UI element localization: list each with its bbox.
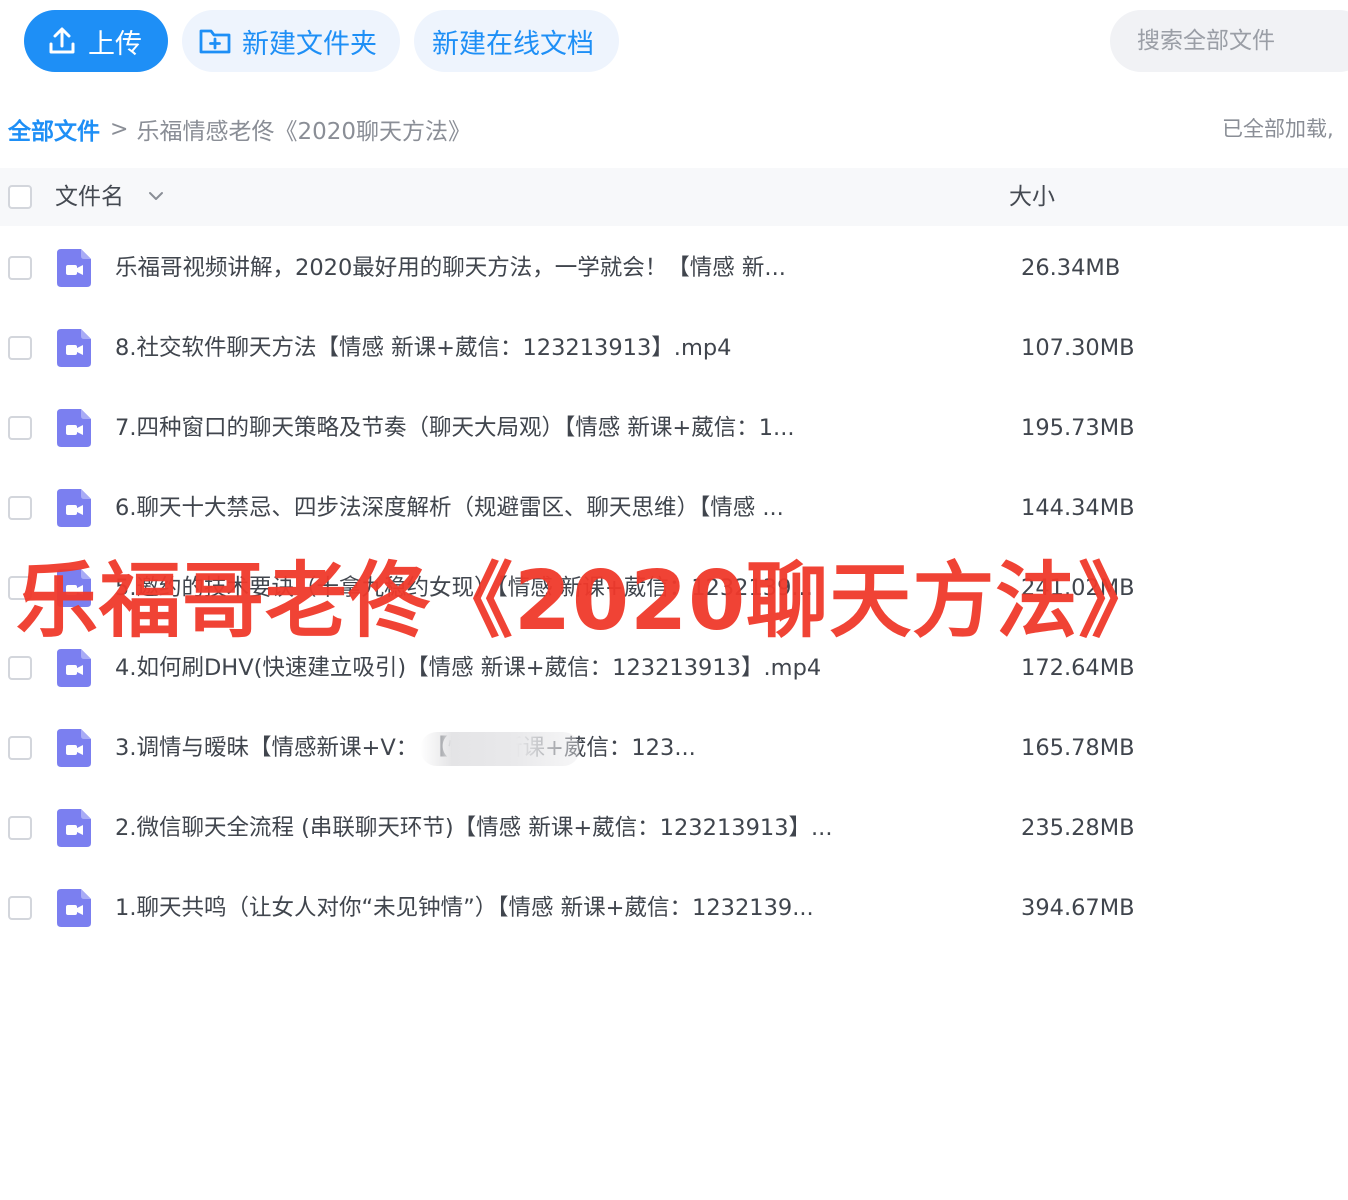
new-folder-button[interactable]: 新建文件夹	[182, 10, 400, 72]
video-file-icon	[57, 409, 91, 447]
file-size: 26.34MB	[1021, 255, 1121, 281]
file-size: 394.67MB	[1021, 895, 1135, 921]
video-file-icon	[57, 889, 91, 927]
column-header-size[interactable]: 大小	[1009, 168, 1055, 226]
upload-icon	[49, 27, 75, 54]
file-name[interactable]: 3.调情与暧昧【情感新课+V： 【情感 新课+葳信：123...	[115, 708, 696, 788]
breadcrumb-root-link[interactable]: 全部文件	[8, 112, 100, 146]
table-header: 文件名 大小	[0, 168, 1348, 226]
video-file-icon	[57, 809, 91, 847]
upload-button[interactable]: 上传	[24, 10, 168, 72]
video-file-icon	[57, 649, 91, 687]
table-row[interactable]: 6.聊天十大禁忌、四步法深度解析（规避雷区、聊天思维）【情感 ... 144.34…	[0, 468, 1348, 548]
file-name[interactable]: 乐福哥视频讲解，2020最好用的聊天方法，一学就会！【情感 新...	[115, 228, 786, 308]
row-checkbox[interactable]	[8, 496, 32, 520]
file-size: 165.78MB	[1021, 735, 1135, 761]
breadcrumb-separator: >	[110, 116, 129, 142]
file-name[interactable]: 1.聊天共鸣（让女人对你“未见钟情”）【情感 新课+葳信：1232139...	[115, 868, 814, 948]
file-size: 107.30MB	[1021, 335, 1135, 361]
new-folder-label: 新建文件夹	[242, 28, 377, 60]
file-name[interactable]: 2.微信聊天全流程 (串联聊天环节)【情感 新课+葳信：123213913】..…	[115, 788, 832, 868]
row-checkbox[interactable]	[8, 736, 32, 760]
load-status-text: 已全部加载,	[1222, 117, 1334, 141]
upload-label: 上传	[88, 28, 142, 60]
row-checkbox[interactable]	[8, 256, 32, 280]
table-row[interactable]: 2.微信聊天全流程 (串联聊天环节)【情感 新课+葳信：123213913】..…	[0, 788, 1348, 868]
table-row[interactable]: 乐福哥视频讲解，2020最好用的聊天方法，一学就会！【情感 新... 26.34M…	[0, 228, 1348, 308]
row-checkbox[interactable]	[8, 416, 32, 440]
file-name[interactable]: 7.四种窗口的聊天策略及节奏（聊天大局观）【情感 新课+葳信：1...	[115, 388, 795, 468]
file-size: 195.73MB	[1021, 415, 1135, 441]
file-name[interactable]: 8.社交软件聊天方法【情感 新课+葳信：123213913】.mp4	[115, 308, 731, 388]
select-all-checkbox[interactable]	[8, 185, 32, 209]
new-online-doc-label: 新建在线文档	[432, 28, 594, 60]
search-input[interactable]	[1137, 28, 1337, 54]
table-row[interactable]: 7.四种窗口的聊天策略及节奏（聊天大局观）【情感 新课+葳信：1... 195.7…	[0, 388, 1348, 468]
file-size: 235.28MB	[1021, 815, 1135, 841]
folder-plus-icon	[199, 29, 231, 54]
video-file-icon	[57, 329, 91, 367]
toolbar: 上传 新建文件夹 新建在线文档	[0, 0, 1348, 82]
table-row[interactable]: 8.社交软件聊天方法【情感 新课+葳信：123213913】.mp4 107.30…	[0, 308, 1348, 388]
search-box[interactable]	[1110, 10, 1348, 72]
row-checkbox[interactable]	[8, 816, 32, 840]
file-size: 144.34MB	[1021, 495, 1135, 521]
column-header-name[interactable]: 文件名	[55, 168, 124, 226]
watermark-overlay: 乐福哥老佟《2020聊天方法》	[16, 554, 1162, 649]
new-online-doc-button[interactable]: 新建在线文档	[414, 10, 619, 72]
breadcrumb: 全部文件 > 乐福情感老佟《2020聊天方法》	[8, 112, 471, 146]
breadcrumb-current: 乐福情感老佟《2020聊天方法》	[136, 119, 471, 145]
video-file-icon	[57, 249, 91, 287]
video-file-icon	[57, 489, 91, 527]
table-row[interactable]: 3.调情与暧昧【情感新课+V： 【情感 新课+葳信：123... 165.78MB	[0, 708, 1348, 788]
row-checkbox[interactable]	[8, 656, 32, 680]
blurred-contact	[420, 732, 580, 766]
table-row[interactable]: 1.聊天共鸣（让女人对你“未见钟情”）【情感 新课+葳信：1232139... 3…	[0, 868, 1348, 948]
row-checkbox[interactable]	[8, 896, 32, 920]
video-file-icon	[57, 729, 91, 767]
file-name[interactable]: 6.聊天十大禁忌、四步法深度解析（规避雷区、聊天思维）【情感 ...	[115, 468, 784, 548]
row-checkbox[interactable]	[8, 336, 32, 360]
chevron-down-icon[interactable]	[147, 189, 165, 203]
